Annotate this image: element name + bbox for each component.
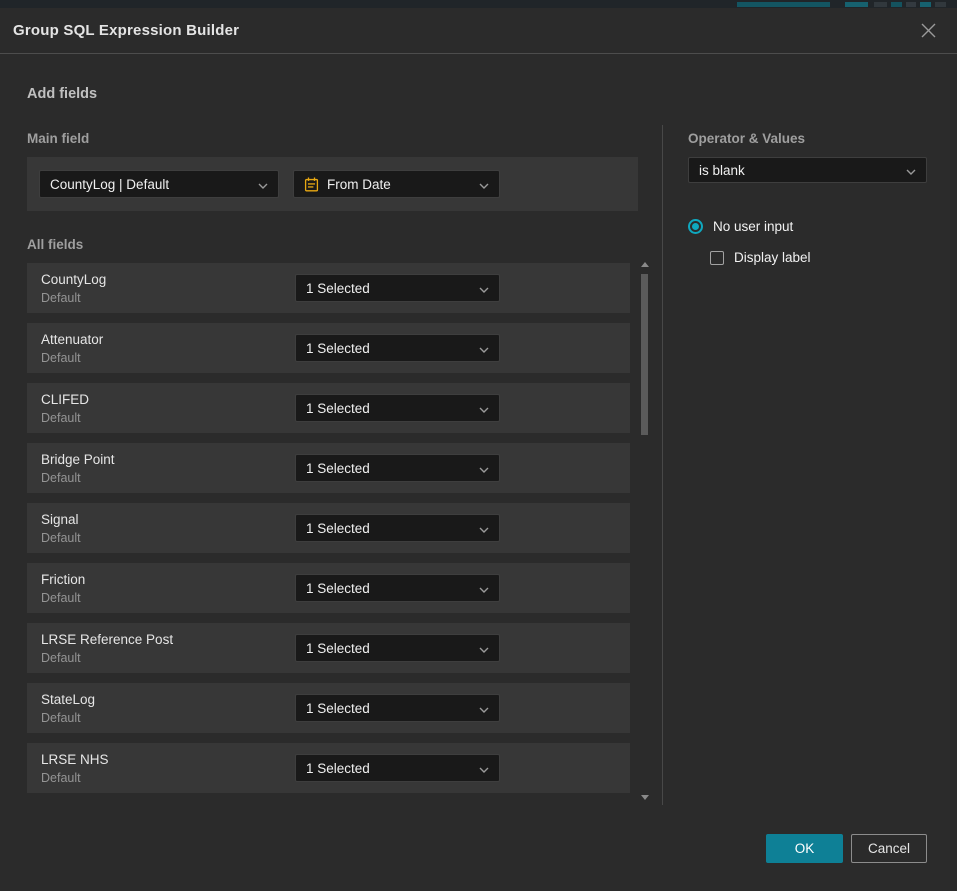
scrollbar-thumb[interactable]: [641, 274, 648, 435]
field-row: Bridge Point Default 1 Selected: [27, 443, 630, 493]
chevron-down-icon: [258, 177, 268, 192]
operator-values-heading: Operator & Values: [688, 131, 805, 146]
selected-count-value: 1 Selected: [306, 461, 471, 476]
field-selected-dropdown[interactable]: 1 Selected: [295, 574, 500, 602]
field-row: CLIFED Default 1 Selected: [27, 383, 630, 433]
field-selected-dropdown[interactable]: 1 Selected: [295, 394, 500, 422]
background-toolbar-fragment-6: [935, 2, 946, 7]
field-selected-dropdown[interactable]: 1 Selected: [295, 334, 500, 362]
field-selected-dropdown[interactable]: 1 Selected: [295, 694, 500, 722]
operator-select[interactable]: is blank: [688, 157, 927, 183]
scrollbar-up-arrow-icon[interactable]: [641, 262, 649, 267]
no-user-input-label: No user input: [713, 219, 793, 234]
dialog-footer: OK Cancel: [766, 834, 927, 863]
chevron-down-icon: [906, 163, 916, 178]
ok-button[interactable]: OK: [766, 834, 843, 863]
chevron-down-icon: [479, 281, 489, 296]
layer-select-value: CountyLog | Default: [50, 177, 250, 192]
field-row: Signal Default 1 Selected: [27, 503, 630, 553]
all-fields-list: CountyLog Default 1 Selected Attenuator …: [27, 263, 630, 803]
chevron-down-icon: [479, 521, 489, 536]
main-field-label: Main field: [27, 131, 89, 146]
field-row: LRSE NHS Default 1 Selected: [27, 743, 630, 793]
chevron-down-icon: [479, 761, 489, 776]
selected-count-value: 1 Selected: [306, 701, 471, 716]
selected-count-value: 1 Selected: [306, 341, 471, 356]
checkbox-unchecked-icon: [710, 251, 724, 265]
background-app-strip: [0, 0, 957, 8]
selected-count-value: 1 Selected: [306, 761, 471, 776]
field-selected-dropdown[interactable]: 1 Selected: [295, 274, 500, 302]
chevron-down-icon: [479, 581, 489, 596]
field-selected-dropdown[interactable]: 1 Selected: [295, 634, 500, 662]
field-selected-dropdown[interactable]: 1 Selected: [295, 454, 500, 482]
field-row: Friction Default 1 Selected: [27, 563, 630, 613]
panel-divider: [662, 125, 663, 805]
chevron-down-icon: [479, 641, 489, 656]
list-scrollbar[interactable]: [640, 262, 649, 800]
selected-count-value: 1 Selected: [306, 521, 471, 536]
operator-select-value: is blank: [699, 163, 898, 178]
background-toolbar-fragment-3: [891, 2, 902, 7]
field-row: CountyLog Default 1 Selected: [27, 263, 630, 313]
selected-count-value: 1 Selected: [306, 401, 471, 416]
background-toolbar-fragment-4: [906, 2, 916, 7]
sql-expression-builder-dialog: Group SQL Expression Builder Add fields …: [0, 8, 957, 891]
chevron-down-icon: [479, 701, 489, 716]
field-selected-dropdown[interactable]: 1 Selected: [295, 754, 500, 782]
close-icon: [920, 27, 937, 42]
field-row: LRSE Reference Post Default 1 Selected: [27, 623, 630, 673]
calendar-icon: [304, 177, 319, 192]
dialog-title: Group SQL Expression Builder: [13, 22, 239, 39]
field-row: Attenuator Default 1 Selected: [27, 323, 630, 373]
background-toolbar-fragment-2: [874, 2, 887, 7]
close-button[interactable]: [916, 18, 941, 43]
scrollbar-down-arrow-icon[interactable]: [641, 795, 649, 800]
cancel-button[interactable]: Cancel: [851, 834, 927, 863]
display-label-checkbox[interactable]: Display label: [710, 250, 811, 265]
radio-selected-icon: [688, 219, 703, 234]
background-toolbar-fragment-1: [845, 2, 868, 7]
date-select-value: From Date: [327, 177, 471, 192]
display-label-label: Display label: [734, 250, 811, 265]
no-user-input-radio[interactable]: No user input: [688, 219, 793, 234]
main-field-container: CountyLog | Default From Date: [27, 157, 638, 211]
background-teal-text-fragment: [737, 2, 830, 7]
main-field-layer-select[interactable]: CountyLog | Default: [39, 170, 279, 198]
field-row: StateLog Default 1 Selected: [27, 683, 630, 733]
chevron-down-icon: [479, 177, 489, 192]
dialog-header: Group SQL Expression Builder: [0, 8, 957, 54]
field-selected-dropdown[interactable]: 1 Selected: [295, 514, 500, 542]
selected-count-value: 1 Selected: [306, 581, 471, 596]
selected-count-value: 1 Selected: [306, 641, 471, 656]
selected-count-value: 1 Selected: [306, 281, 471, 296]
chevron-down-icon: [479, 341, 489, 356]
all-fields-label: All fields: [27, 237, 83, 252]
chevron-down-icon: [479, 461, 489, 476]
add-fields-heading: Add fields: [27, 86, 97, 102]
main-field-date-select[interactable]: From Date: [293, 170, 500, 198]
chevron-down-icon: [479, 401, 489, 416]
background-toolbar-fragment-5: [920, 2, 931, 7]
